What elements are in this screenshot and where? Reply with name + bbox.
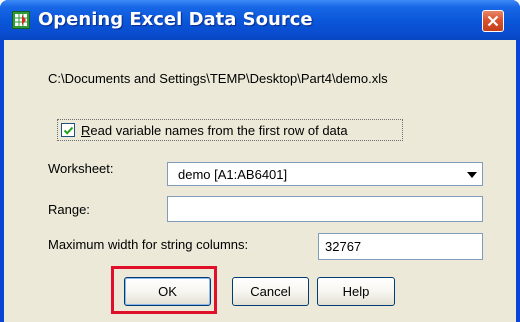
max-width-label: Maximum width for string columns: [48,237,249,252]
title-bar[interactable]: Opening Excel Data Source [0,0,520,40]
ok-highlight-box [111,266,217,314]
read-names-checkbox-row[interactable]: Read variable names from the first row o… [57,119,403,141]
checkbox-label-text: ead variable names from the first row of… [90,123,348,138]
dialog-window: Opening Excel Data Source C:\Documents a… [0,0,520,322]
range-input[interactable] [167,196,483,222]
read-names-checkbox-label[interactable]: Read variable names from the first row o… [81,123,348,138]
max-width-input[interactable] [318,233,483,260]
worksheet-select-value: demo [A1:AB6401] [178,167,288,182]
window-title: Opening Excel Data Source [38,9,313,30]
spss-data-icon [12,11,30,29]
cancel-button[interactable]: Cancel [232,277,309,306]
worksheet-select[interactable]: demo [A1:AB6401] [167,162,483,186]
checkmark-icon [63,126,74,135]
accelerator-letter: R [81,123,91,138]
help-button[interactable]: Help [317,277,395,306]
file-path-label: C:\Documents and Settings\TEMP\Desktop\P… [48,71,388,86]
close-button[interactable] [482,10,504,32]
range-label: Range: [48,202,90,217]
dialog-body: C:\Documents and Settings\TEMP\Desktop\P… [4,40,516,322]
read-names-checkbox[interactable] [61,123,75,137]
worksheet-label: Worksheet: [48,161,114,176]
dropdown-arrow-icon[interactable] [466,171,478,179]
close-icon [487,15,499,27]
